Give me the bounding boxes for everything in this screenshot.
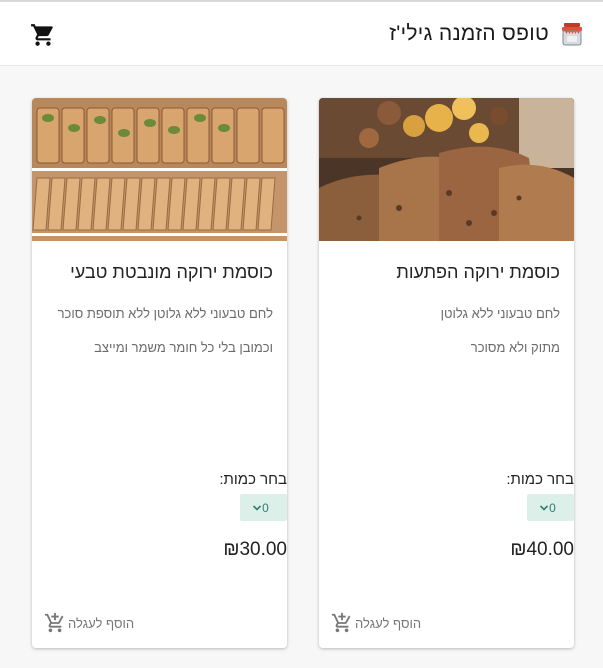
chevron-down-icon [540, 504, 549, 511]
quantity-select[interactable]: 0 [527, 494, 574, 521]
quantity-select[interactable]: 0 [240, 494, 287, 521]
add-to-cart-button[interactable]: הוסף לעגלה [44, 611, 134, 635]
chevron-down-icon [253, 504, 262, 511]
product-title: כוסמת ירוקה הפתעות [396, 262, 560, 282]
jar-icon [562, 23, 582, 46]
page-title: טופס הזמנה גילי'ז [389, 22, 549, 45]
app-header: טופס הזמנה גילי'ז [0, 2, 603, 66]
product-description-line: לחם טבעוני ללא גלוטן ללא תוספת סוכר [57, 306, 273, 321]
product-image [32, 98, 287, 241]
product-price: ₪30.00 [223, 539, 287, 560]
add-to-cart-button[interactable]: הוסף לעגלה [331, 611, 421, 635]
shopping-cart-icon[interactable] [30, 22, 56, 48]
brand: טופס הזמנה גילי'ז [389, 21, 585, 47]
product-description-line: לחם טבעוני ללא גלוטן [440, 306, 560, 321]
add-to-cart-label: הוסף לעגלה [355, 615, 422, 631]
add-shopping-cart-icon [44, 612, 64, 633]
product-card: כוסמת ירוקה הפתעות לחם טבעוני ללא גלוטן … [319, 98, 574, 648]
product-title: כוסמת ירוקה מונבטת טבעי [70, 262, 273, 282]
product-card: כוסמת ירוקה מונבטת טבעי לחם טבעוני ללא ג… [32, 98, 287, 648]
product-description-line: מתוק ולא מסוכר [470, 340, 560, 355]
quantity-value: 0 [262, 500, 269, 515]
product-description-line: וכמובן בלי כל חומר משמר ומייצב [94, 340, 273, 355]
add-shopping-cart-icon [331, 612, 351, 633]
quantity-label: בחר כמות: [219, 471, 287, 488]
product-image [319, 98, 574, 241]
add-to-cart-label: הוסף לעגלה [68, 615, 135, 631]
product-price: ₪40.00 [510, 539, 574, 560]
quantity-label: בחר כמות: [506, 471, 574, 488]
quantity-value: 0 [549, 500, 556, 515]
